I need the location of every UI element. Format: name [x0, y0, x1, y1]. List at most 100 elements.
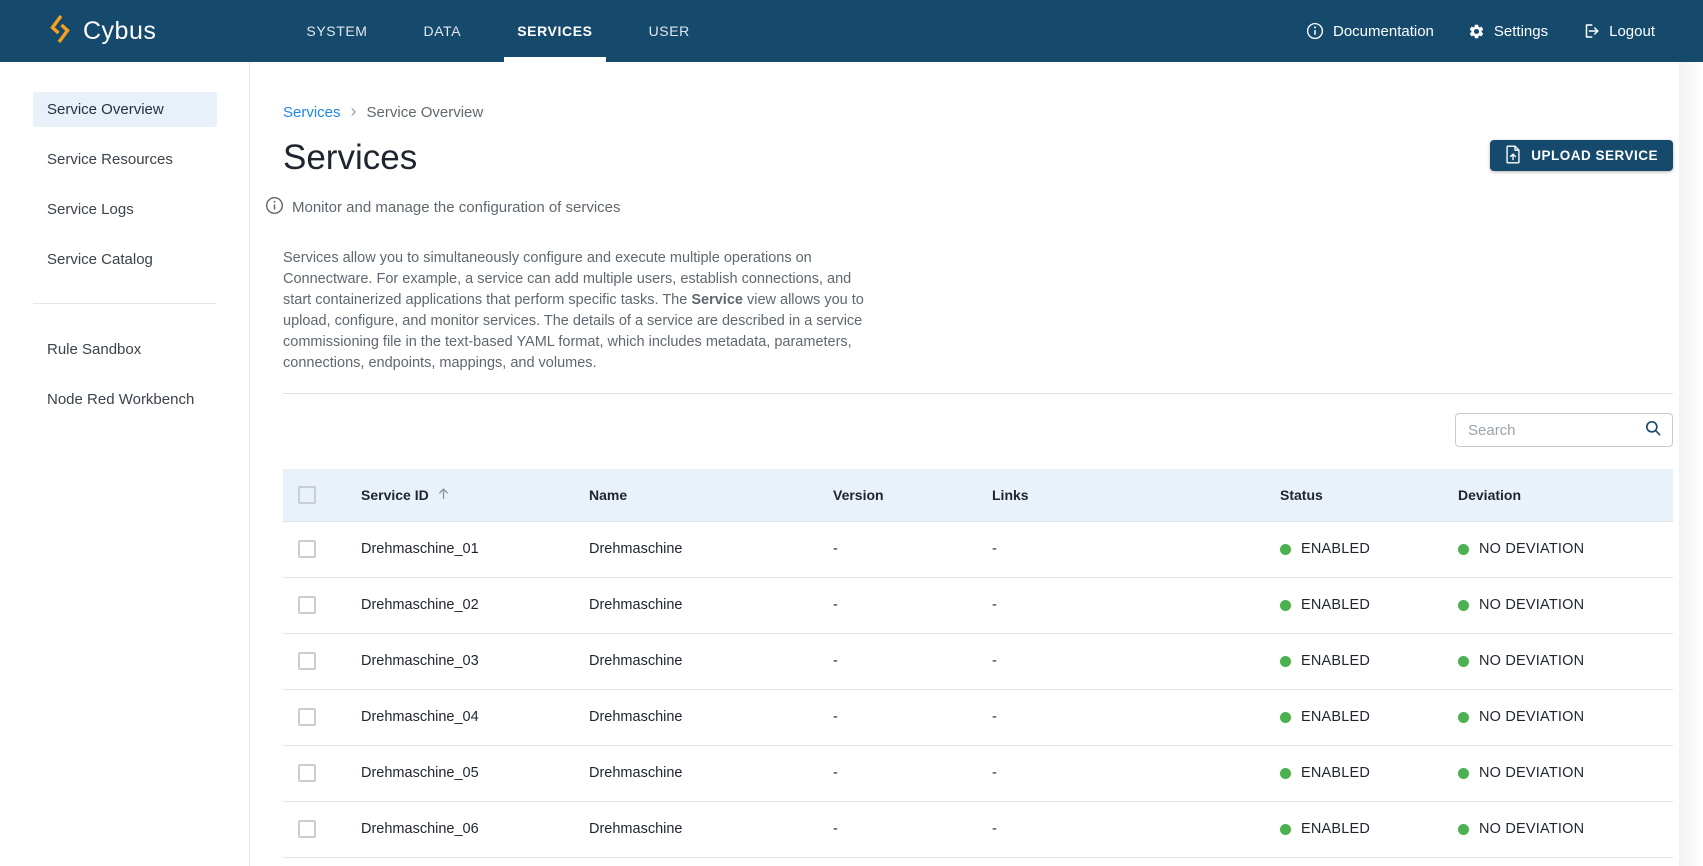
sidebar-item-label: Service Catalog [47, 251, 153, 268]
main-content: Services › Service Overview Services UPL… [250, 62, 1703, 866]
row-checkbox[interactable] [298, 596, 316, 614]
sidebar-item-node-red-workbench[interactable]: Node Red Workbench [33, 382, 217, 417]
column-header-service-id[interactable]: Service ID [345, 469, 573, 521]
breadcrumb-link-services[interactable]: Services [283, 104, 341, 121]
status-label: ENABLED [1301, 821, 1370, 837]
table-row[interactable]: Drehmaschine_05 Drehmaschine - - ENABLED… [283, 745, 1673, 801]
cell-version: - [817, 577, 976, 633]
column-header-version[interactable]: Version [817, 469, 976, 521]
row-checkbox[interactable] [298, 820, 316, 838]
cell-links: - [976, 801, 1264, 857]
info-circle-icon [1306, 22, 1324, 40]
sidebar-divider [33, 303, 216, 304]
tab-services[interactable]: SERVICES [489, 0, 620, 62]
tab-user-label: USER [649, 23, 690, 39]
status-dot [1280, 600, 1291, 611]
cell-name: Drehmaschine [573, 521, 817, 577]
upload-service-label: UPLOAD SERVICE [1531, 148, 1658, 163]
main-nav-tabs: SYSTEM DATA SERVICES USER [278, 0, 718, 62]
description-bold-text: Service [691, 292, 743, 308]
deviation-label: NO DEVIATION [1479, 541, 1584, 557]
deviation-label: NO DEVIATION [1479, 821, 1584, 837]
table-row[interactable]: Drehmaschine_06 Drehmaschine - - ENABLED… [283, 801, 1673, 857]
tab-data[interactable]: DATA [396, 0, 490, 62]
logout-icon [1582, 22, 1600, 40]
cell-service-id: Drehmaschine_05 [345, 745, 573, 801]
cell-links: - [976, 521, 1264, 577]
deviation-label: NO DEVIATION [1479, 765, 1584, 781]
table-body: Drehmaschine_01 Drehmaschine - - ENABLED… [283, 521, 1673, 857]
column-header-status[interactable]: Status [1264, 469, 1442, 521]
upload-service-button[interactable]: UPLOAD SERVICE [1490, 140, 1673, 171]
documentation-button[interactable]: Documentation [1306, 22, 1434, 40]
cell-service-id: Drehmaschine_06 [345, 801, 573, 857]
cell-links: - [976, 633, 1264, 689]
logout-button[interactable]: Logout [1582, 22, 1655, 40]
breadcrumb: Services › Service Overview [283, 102, 1673, 122]
page-subtitle: Monitor and manage the configuration of … [292, 199, 621, 216]
search-box[interactable] [1455, 413, 1673, 447]
table-row[interactable]: Drehmaschine_02 Drehmaschine - - ENABLED… [283, 577, 1673, 633]
sidebar-item-service-catalog[interactable]: Service Catalog [33, 242, 217, 277]
upload-file-icon [1505, 145, 1521, 167]
select-all-checkbox[interactable] [298, 486, 316, 504]
cell-version: - [817, 745, 976, 801]
tab-data-label: DATA [424, 23, 462, 39]
logout-label: Logout [1609, 23, 1655, 40]
row-checkbox[interactable] [298, 540, 316, 558]
cell-name: Drehmaschine [573, 633, 817, 689]
table-header: Service ID Name Version Links Status Dev… [283, 469, 1673, 521]
navbar-actions: Documentation Settings Logout [1306, 0, 1703, 62]
deviation-dot [1458, 768, 1469, 779]
search-input[interactable] [1468, 422, 1644, 439]
row-checkbox[interactable] [298, 764, 316, 782]
settings-button[interactable]: Settings [1468, 23, 1548, 40]
table-row[interactable]: Drehmaschine_01 Drehmaschine - - ENABLED… [283, 521, 1673, 577]
sidebar-item-rule-sandbox[interactable]: Rule Sandbox [33, 332, 217, 367]
table-row[interactable]: Drehmaschine_04 Drehmaschine - - ENABLED… [283, 689, 1673, 745]
sidebar-item-service-overview[interactable]: Service Overview [33, 92, 217, 127]
status-label: ENABLED [1301, 597, 1370, 613]
settings-label: Settings [1494, 23, 1548, 40]
cell-service-id: Drehmaschine_02 [345, 577, 573, 633]
search-icon [1644, 419, 1662, 442]
sidebar: Service Overview Service Resources Servi… [0, 62, 250, 866]
breadcrumb-current: Service Overview [367, 104, 484, 121]
gear-icon [1468, 23, 1485, 40]
cell-links: - [976, 577, 1264, 633]
status-label: ENABLED [1301, 541, 1370, 557]
brand-logo[interactable]: Cybus [0, 0, 156, 62]
tab-user[interactable]: USER [621, 0, 718, 62]
sidebar-item-service-resources[interactable]: Service Resources [33, 142, 217, 177]
table-row[interactable]: Drehmaschine_03 Drehmaschine - - ENABLED… [283, 633, 1673, 689]
status-dot [1280, 656, 1291, 667]
services-table: Service ID Name Version Links Status Dev… [283, 469, 1673, 858]
column-header-deviation[interactable]: Deviation [1442, 469, 1673, 521]
search-row [283, 413, 1673, 447]
page-title: Services [283, 138, 1673, 178]
row-checkbox[interactable] [298, 708, 316, 726]
status-label: ENABLED [1301, 653, 1370, 669]
breadcrumb-separator-icon: › [351, 102, 357, 122]
deviation-label: NO DEVIATION [1479, 709, 1584, 725]
deviation-dot [1458, 544, 1469, 555]
tab-system[interactable]: SYSTEM [278, 0, 395, 62]
cell-name: Drehmaschine [573, 577, 817, 633]
cell-name: Drehmaschine [573, 745, 817, 801]
column-header-name[interactable]: Name [573, 469, 817, 521]
cell-status: ENABLED [1264, 633, 1442, 689]
cell-status: ENABLED [1264, 577, 1442, 633]
cell-deviation: NO DEVIATION [1442, 577, 1673, 633]
section-divider [283, 393, 1673, 394]
cell-version: - [817, 801, 976, 857]
cell-deviation: NO DEVIATION [1442, 633, 1673, 689]
row-checkbox[interactable] [298, 652, 316, 670]
sidebar-item-service-logs[interactable]: Service Logs [33, 192, 217, 227]
brand-name: Cybus [83, 17, 156, 46]
page-subtitle-row: Monitor and manage the configuration of … [265, 196, 1673, 219]
deviation-dot [1458, 712, 1469, 723]
column-header-links[interactable]: Links [976, 469, 1264, 521]
deviation-dot [1458, 824, 1469, 835]
sidebar-item-label: Node Red Workbench [47, 391, 194, 408]
top-navbar: Cybus SYSTEM DATA SERVICES USER Document… [0, 0, 1703, 62]
